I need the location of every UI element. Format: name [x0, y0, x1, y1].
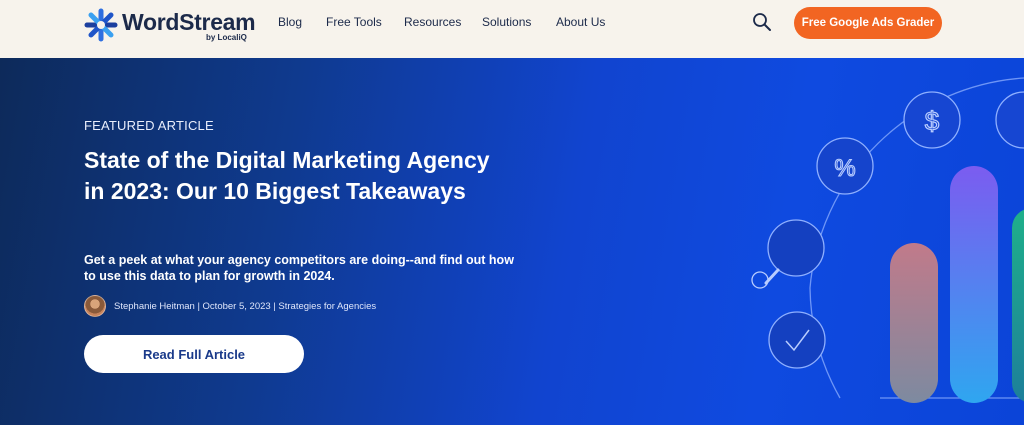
read-full-article-button[interactable]: Read Full Article [84, 335, 304, 373]
nav-item-solutions[interactable]: Solutions [482, 15, 531, 29]
article-byline: Stephanie Heitman | October 5, 2023 | St… [84, 294, 376, 318]
brand-sub: by LocaliQ [206, 33, 247, 42]
partial-circle-icon [995, 91, 1024, 149]
nav-item-about-us[interactable]: About Us [556, 15, 605, 29]
wordstream-logo-icon [84, 8, 118, 42]
percent-icon: % [816, 137, 874, 195]
dollar-icon: $ [903, 91, 961, 149]
svg-text:%: % [834, 155, 855, 182]
featured-label: FEATURED ARTICLE [84, 118, 214, 133]
brand-name: WordStream [122, 9, 256, 35]
nav-item-free-tools[interactable]: Free Tools [326, 15, 382, 29]
magnifier-icon [751, 219, 825, 289]
nav-item-resources[interactable]: Resources [404, 15, 461, 29]
chart-bar-3 [1012, 209, 1024, 402]
article-subtitle: Get a peek at what your agency competito… [84, 253, 514, 283]
marketing-chart-illustration: $ % [751, 77, 1024, 403]
free-google-ads-grader-button[interactable]: Free Google Ads Grader [794, 7, 942, 39]
svg-text:$: $ [925, 106, 940, 136]
wordstream-logo[interactable]: WordStream by LocaliQ [84, 7, 256, 47]
chart-bar-1 [890, 243, 938, 403]
site-header: WordStream by LocaliQ Blog Free Tools Re… [0, 0, 1024, 58]
search-icon[interactable] [752, 12, 772, 32]
author-avatar [84, 295, 106, 317]
checkmark-icon [768, 311, 826, 369]
byline-text[interactable]: Stephanie Heitman | October 5, 2023 | St… [114, 301, 376, 312]
nav-item-blog[interactable]: Blog [278, 15, 302, 29]
article-title[interactable]: State of the Digital Marketing Agency in… [84, 145, 504, 207]
hero-featured-article: FEATURED ARTICLE State of the Digital Ma… [0, 58, 1024, 425]
chart-bar-2 [950, 166, 998, 403]
